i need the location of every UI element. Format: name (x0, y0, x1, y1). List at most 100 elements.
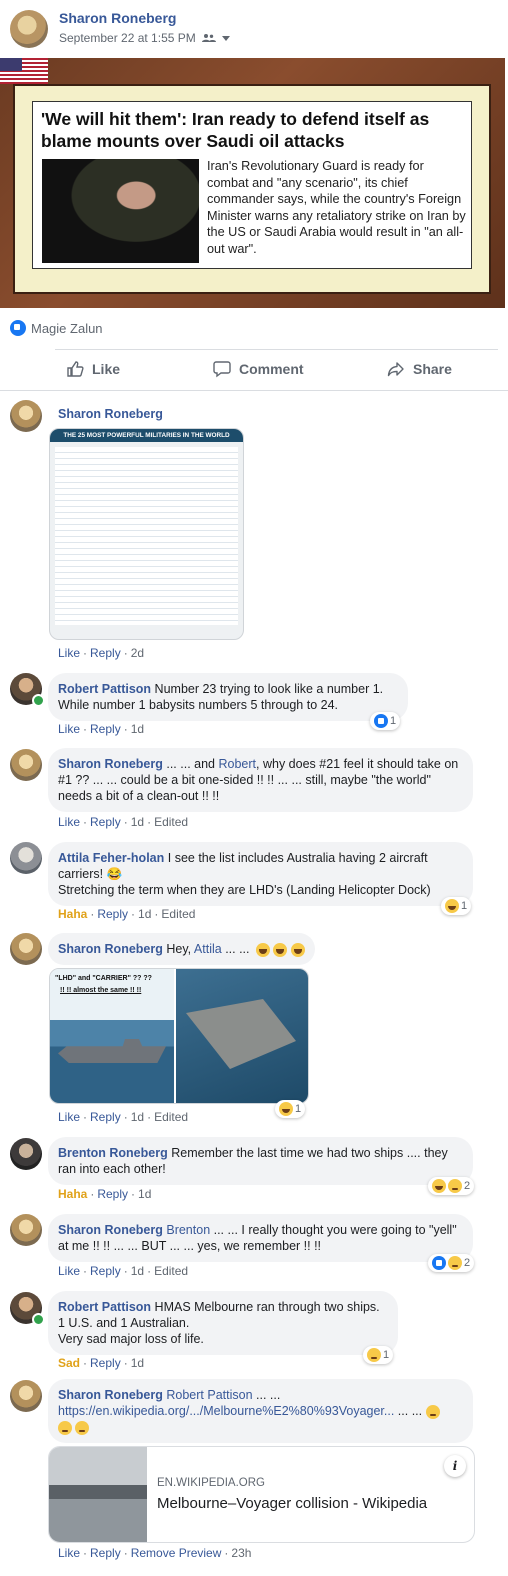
like-icon (67, 361, 84, 377)
reaction-count[interactable]: 1 (370, 712, 401, 730)
comment-text: ... ... (252, 1388, 281, 1402)
reply-link[interactable]: Reply (97, 1187, 128, 1201)
laughing-emoji-icon (290, 942, 305, 957)
like-button[interactable]: Like (66, 360, 120, 378)
comment-author[interactable]: Sharon Roneberg (58, 757, 163, 771)
comment-author[interactable]: Sharon Roneberg (58, 1388, 163, 1402)
reaction-count[interactable]: 2 (428, 1177, 475, 1195)
avatar[interactable] (10, 1138, 42, 1170)
comment-time[interactable]: 2d (131, 646, 144, 660)
comment-text-line3: Very sad major loss of life. (58, 1332, 204, 1346)
like-link[interactable]: Like (58, 646, 80, 660)
comment-author[interactable]: Robert Pattison (58, 1300, 151, 1314)
laughing-emoji-icon (256, 942, 270, 957)
reply-link[interactable]: Reply (90, 815, 121, 829)
share-button[interactable]: Share (387, 360, 452, 378)
sad-link[interactable]: Sad (58, 1356, 80, 1370)
reaction-count[interactable]: 1 (441, 897, 472, 915)
comment-time[interactable]: 1d (131, 815, 144, 829)
avatar[interactable] (10, 749, 42, 781)
reactions-summary[interactable]: Magie Zalun (10, 320, 103, 336)
post-author-name[interactable]: Sharon Roneberg (59, 10, 176, 26)
reply-link[interactable]: Reply (90, 1110, 121, 1124)
comment-actions: Like · Reply · 1d · Edited (58, 1264, 189, 1278)
post-author-avatar[interactable] (10, 10, 48, 48)
comment-text: ... ... (394, 1404, 423, 1418)
edited-label[interactable]: Edited (154, 1264, 188, 1278)
comment-button[interactable]: Comment (213, 360, 304, 378)
reply-link[interactable]: Reply (90, 646, 121, 660)
comment-text: Hey, (166, 942, 194, 956)
avatar[interactable] (10, 400, 42, 432)
comment-image[interactable]: "LHD" and "CARRIER" ?? ?? !! !! almost t… (49, 968, 309, 1104)
comment-author[interactable]: Sharon Roneberg (58, 942, 163, 956)
comment-image[interactable]: THE 25 MOST POWERFUL MILITARIES IN THE W… (49, 428, 244, 640)
mention-link[interactable]: Robert Pattison (166, 1388, 252, 1402)
comment-time[interactable]: 1d (131, 722, 144, 736)
reaction-count[interactable]: 2 (428, 1254, 475, 1272)
reaction-number: 1 (390, 715, 397, 727)
reaction-count[interactable]: 1 (275, 1100, 306, 1118)
like-link[interactable]: Like (58, 1264, 80, 1278)
avatar[interactable] (10, 842, 42, 874)
post-timestamp[interactable]: September 22 at 1:55 PM (59, 31, 230, 45)
edited-label[interactable]: Edited (161, 907, 195, 921)
avatar[interactable] (10, 1214, 42, 1246)
edited-label[interactable]: Edited (154, 815, 188, 829)
like-link[interactable]: Like (58, 1546, 80, 1560)
sad-emoji-icon (58, 1420, 72, 1435)
mention-link[interactable]: Attila (194, 942, 222, 956)
share-label: Share (413, 361, 452, 377)
comment-actions: Sad · Reply · 1d (58, 1356, 145, 1370)
reply-link[interactable]: Reply (90, 1356, 121, 1370)
link-preview-card[interactable]: EN.WIKIPEDIA.ORG Melbourne–Voyager colli… (48, 1446, 475, 1543)
mention-link[interactable]: Brenton (166, 1223, 210, 1237)
like-link[interactable]: Like (58, 1110, 80, 1124)
reaction-count[interactable]: 1 (363, 1346, 394, 1364)
news-headline: 'We will hit them': Iran ready to defend… (41, 109, 430, 151)
haha-link[interactable]: Haha (58, 1187, 87, 1201)
reply-link[interactable]: Reply (90, 1264, 121, 1278)
comment-time[interactable]: 1d (131, 1356, 144, 1370)
comment-text-line2: Stretching the term when they are LHD's … (58, 883, 431, 897)
comment-author[interactable]: Sharon Roneberg (58, 1223, 163, 1237)
mention-link[interactable]: Robert (218, 757, 256, 771)
comment-image-title: THE 25 MOST POWERFUL MILITARIES IN THE W… (50, 429, 243, 442)
comment-time[interactable]: 1d (138, 907, 151, 921)
haha-reaction-icon (432, 1179, 446, 1193)
haha-link[interactable]: Haha (58, 907, 87, 921)
info-icon[interactable]: i (444, 1455, 466, 1477)
friends-icon[interactable] (201, 33, 216, 43)
avatar[interactable] (10, 933, 42, 965)
link-preview-image (49, 1447, 147, 1542)
reply-link[interactable]: Reply (97, 907, 128, 921)
comment-bubble: Sharon Roneberg ... ... and Robert, why … (48, 748, 473, 812)
like-link[interactable]: Like (58, 722, 80, 736)
comment-author[interactable]: Robert Pattison (58, 682, 151, 696)
comment-author[interactable]: Brenton Roneberg (58, 1146, 168, 1160)
comment-time[interactable]: 23h (231, 1546, 251, 1560)
chevron-down-icon[interactable] (221, 35, 230, 41)
comment-time[interactable]: 1d (131, 1264, 144, 1278)
reply-link[interactable]: Reply (90, 1546, 121, 1560)
reaction-number: 1 (295, 1103, 302, 1115)
comment-author[interactable]: Sharon Roneberg (58, 407, 163, 421)
crying-emoji-icon (425, 1404, 440, 1419)
haha-reaction-icon (279, 1102, 293, 1116)
comment-bubble: Sharon Roneberg Robert Pattison ... ... … (48, 1379, 473, 1443)
online-indicator (32, 694, 45, 707)
comment-author[interactable]: Attila Feher-holan (58, 851, 164, 865)
comment-time[interactable]: 1d (131, 1110, 144, 1124)
wikipedia-link[interactable]: https://en.wikipedia.org/.../Melbourne%E… (58, 1404, 394, 1418)
like-label: Like (92, 361, 121, 377)
haha-reaction-icon (445, 899, 459, 913)
edited-label[interactable]: Edited (154, 1110, 188, 1124)
like-link[interactable]: Like (58, 815, 80, 829)
remove-preview-link[interactable]: Remove Preview (131, 1546, 222, 1560)
comment-time[interactable]: 1d (138, 1187, 151, 1201)
post-image[interactable]: 'We will hit them': Iran ready to defend… (0, 58, 505, 308)
avatar[interactable] (10, 1380, 42, 1412)
rofl-emoji-icon (273, 942, 288, 957)
reaction-number: 1 (461, 900, 468, 912)
reply-link[interactable]: Reply (90, 722, 121, 736)
